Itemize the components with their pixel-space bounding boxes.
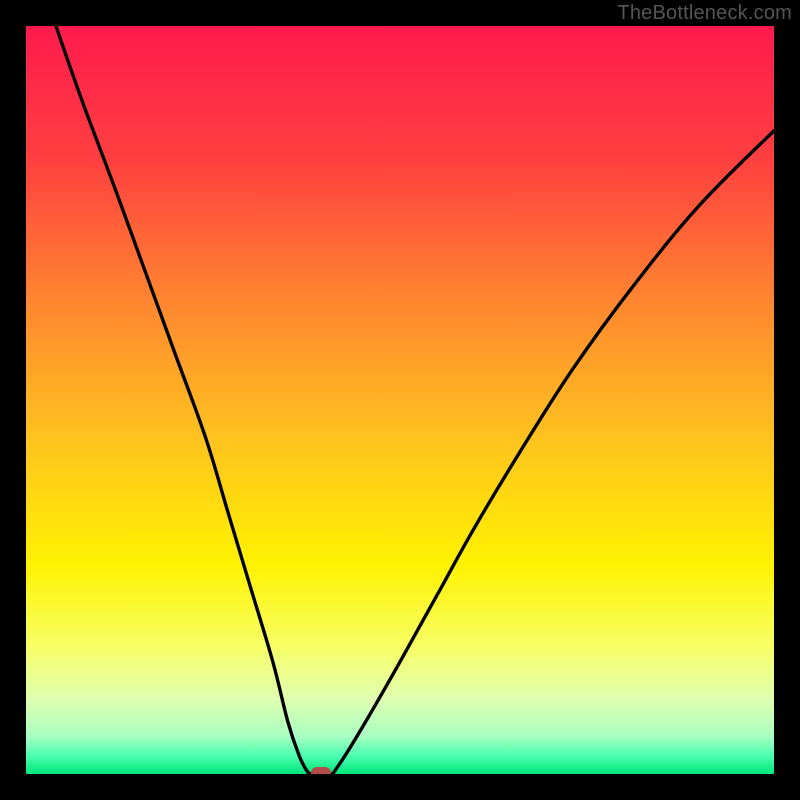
chart-container: TheBottleneck.com bbox=[0, 0, 800, 800]
plot-area bbox=[26, 26, 774, 774]
bottleneck-curve bbox=[56, 26, 774, 774]
optimal-marker bbox=[311, 767, 331, 775]
curve-layer bbox=[26, 26, 774, 774]
watermark-text: TheBottleneck.com bbox=[617, 2, 792, 25]
